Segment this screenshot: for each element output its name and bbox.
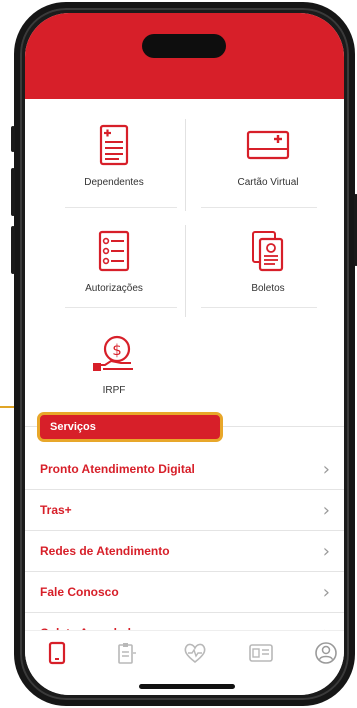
menu-item-fale-conosco[interactable]: Fale Conosco › xyxy=(25,572,344,613)
tab-clipboard[interactable] xyxy=(108,639,144,667)
profile-icon xyxy=(315,642,337,664)
shortcut-label: Cartão Virtual xyxy=(237,177,299,188)
shortcut-label: Dependentes xyxy=(84,177,144,188)
dynamic-island xyxy=(142,34,226,58)
menu-item-label: Redes de Atendimento xyxy=(40,544,170,558)
id-card-icon xyxy=(249,644,273,662)
shortcut-label: Boletos xyxy=(251,283,285,294)
clipboard-icon xyxy=(118,643,136,664)
services-menu: Pronto Atendimento Digital › Tras+ › Red… xyxy=(25,449,344,654)
app-header xyxy=(25,13,344,99)
phone-frame: Dependentes Cartão Virtual Autorizações … xyxy=(11,2,357,706)
chevron-right-icon: › xyxy=(322,582,330,603)
shortcut-autorizacoes[interactable]: Autorizações xyxy=(39,223,189,309)
shortcut-boletos[interactable]: Boletos xyxy=(193,223,343,309)
menu-item-pronto-atendimento[interactable]: Pronto Atendimento Digital › xyxy=(25,449,344,490)
shortcut-label: Autorizações xyxy=(85,283,143,294)
checklist-icon xyxy=(98,229,130,273)
phone-mute-button xyxy=(11,126,15,152)
grid-divider xyxy=(65,207,177,208)
menu-item-label: Tras+ xyxy=(40,503,72,517)
tab-health[interactable] xyxy=(177,639,213,667)
chevron-right-icon: › xyxy=(322,500,330,521)
home-indicator xyxy=(139,684,235,689)
chevron-right-icon: › xyxy=(322,541,330,562)
tab-phone[interactable] xyxy=(39,639,75,667)
phone-icon xyxy=(48,641,66,665)
tab-card[interactable] xyxy=(243,639,279,667)
shortcut-cartao-virtual[interactable]: Cartão Virtual xyxy=(193,117,343,203)
menu-item-label: Fale Conosco xyxy=(40,585,119,599)
shortcut-irpf[interactable]: $ IRPF xyxy=(39,325,189,411)
grid-divider xyxy=(201,207,317,208)
virtual-card-icon xyxy=(246,123,290,167)
phone-volume-down-button xyxy=(11,226,15,274)
tab-profile[interactable] xyxy=(308,639,344,667)
shortcut-label: IRPF xyxy=(102,385,126,396)
menu-item-label: Pronto Atendimento Digital xyxy=(40,462,195,476)
menu-item-redes-atendimento[interactable]: Redes de Atendimento › xyxy=(25,531,344,572)
tax-coin-icon: $ xyxy=(91,331,137,375)
bill-documents-icon xyxy=(251,229,285,273)
document-list-icon xyxy=(99,123,129,167)
phone-volume-up-button xyxy=(11,168,15,216)
servicos-section-header: Serviços xyxy=(37,412,223,442)
section-title: Serviços xyxy=(50,421,96,433)
bottom-tab-bar xyxy=(25,630,344,695)
heart-pulse-icon xyxy=(184,643,206,664)
chevron-right-icon: › xyxy=(322,459,330,480)
app-screen: Dependentes Cartão Virtual Autorizações … xyxy=(25,13,344,695)
svg-text:$: $ xyxy=(112,341,122,359)
menu-item-tras-plus[interactable]: Tras+ › xyxy=(25,490,344,531)
shortcut-dependentes[interactable]: Dependentes xyxy=(39,117,189,203)
